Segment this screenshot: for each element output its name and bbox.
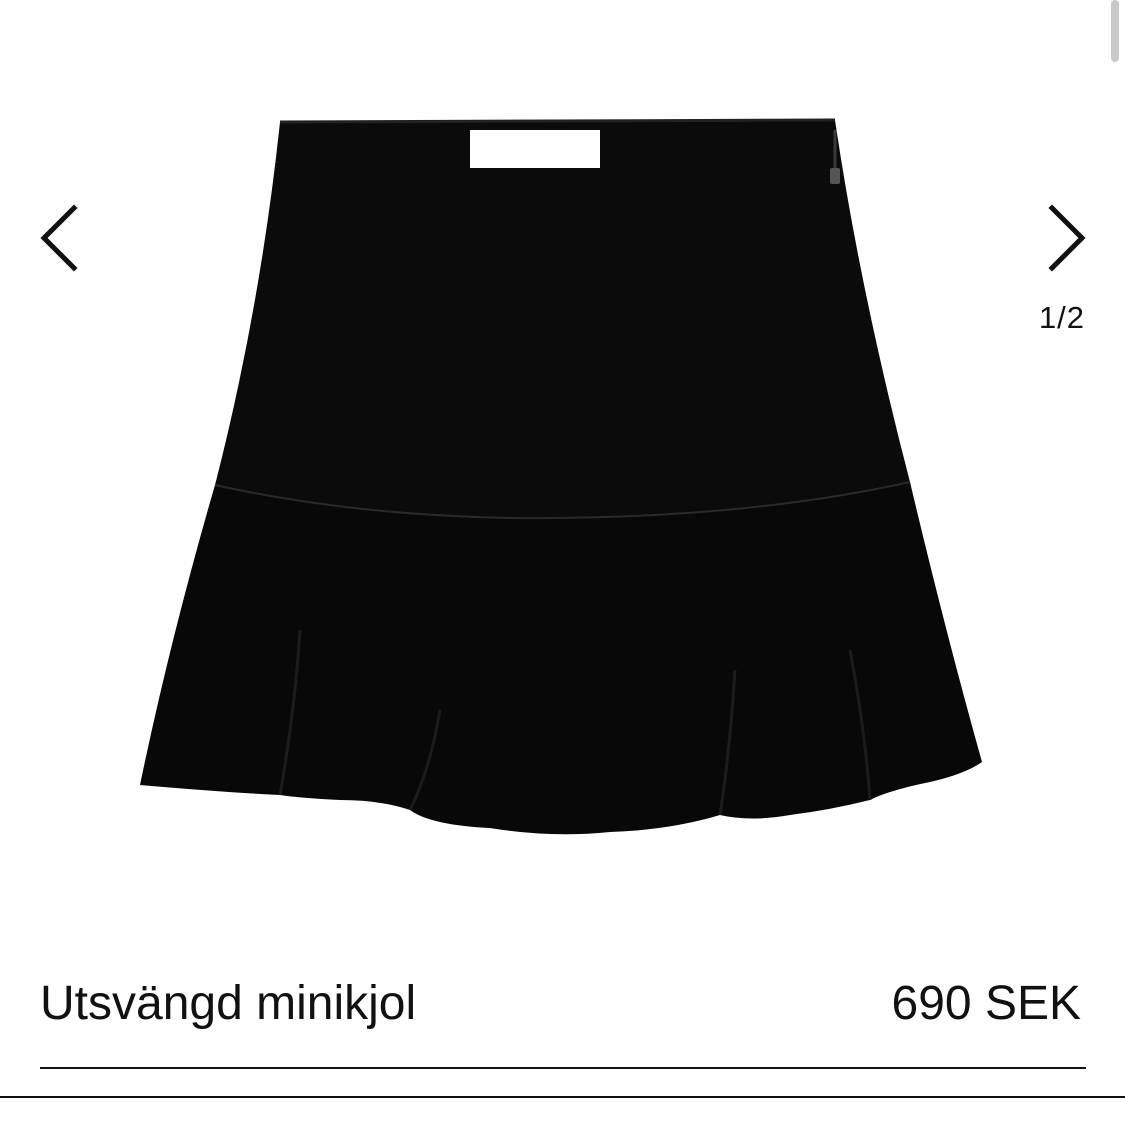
chevron-right-icon — [1048, 204, 1086, 272]
product-price: 690 SEK — [891, 977, 1081, 1030]
skirt-illustration — [140, 118, 982, 835]
image-counter: 1/2 — [1038, 300, 1086, 335]
next-image-button[interactable] — [1024, 198, 1104, 278]
product-info: Utsvängd minikjol 690 SEK — [40, 968, 1085, 1038]
chevron-left-icon — [40, 204, 78, 272]
bottom-divider — [0, 1096, 1125, 1098]
product-name[interactable]: Utsvängd minikjol — [40, 976, 416, 1031]
image-gallery: 1/2 — [0, 0, 1125, 900]
product-page: 1/2 Utsvängd minikjol 690 SEK — [0, 0, 1125, 1123]
product-image[interactable] — [130, 110, 990, 850]
previous-image-button[interactable] — [22, 198, 102, 278]
divider — [40, 1067, 1086, 1069]
